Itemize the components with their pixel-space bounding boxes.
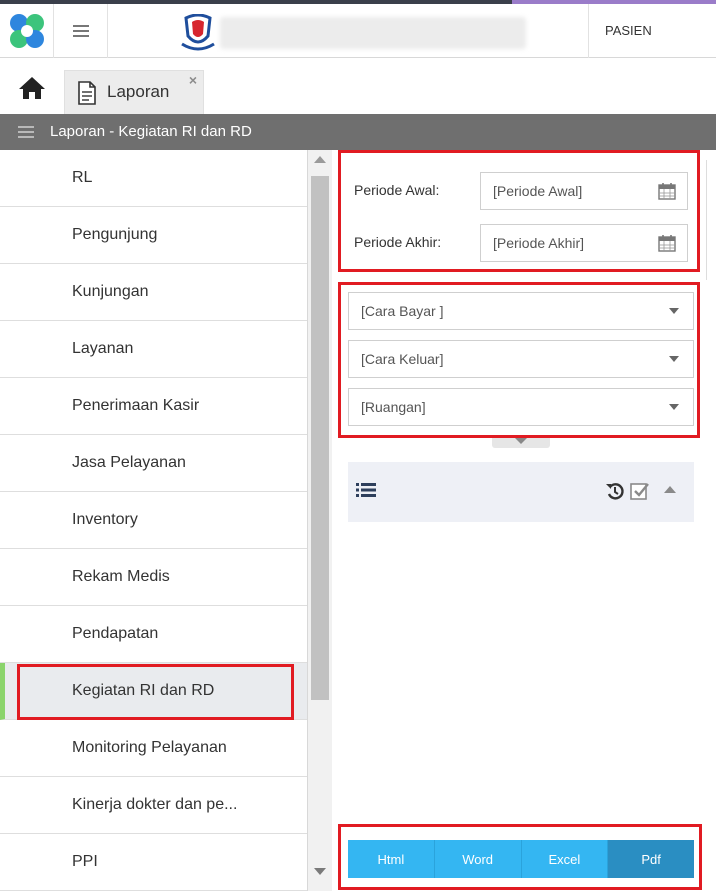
sidebar-item-monitoring-pelayanan[interactable]: Monitoring Pelayanan <box>0 720 307 777</box>
periode-akhir-label: Periode Akhir: <box>354 234 442 250</box>
page-header: Laporan - Kegiatan RI dan RD <box>0 114 716 150</box>
tab-laporan[interactable]: Laporan × <box>64 70 204 114</box>
checkbox-select-icon[interactable] <box>630 481 650 501</box>
sidebar-item-rl[interactable]: RL <box>0 150 307 207</box>
user-role-label[interactable]: PASIEN <box>588 4 716 58</box>
chevron-down-icon[interactable] <box>669 308 679 314</box>
top-navbar: PASIEN <box>0 4 716 58</box>
sidebar-item-layanan[interactable]: Layanan <box>0 321 307 378</box>
sidebar-item-pengunjung[interactable]: Pengunjung <box>0 207 307 264</box>
tab-strip: Laporan × <box>0 58 716 114</box>
chevron-down-icon[interactable] <box>669 356 679 362</box>
app-window: PASIEN Laporan × Laporan - Kegiatan RI d… <box>0 0 716 891</box>
hospital-name-blurred <box>220 17 526 49</box>
periode-akhir-input[interactable] <box>480 224 688 262</box>
app-logo-icon <box>6 10 48 52</box>
export-word-button[interactable]: Word <box>434 840 522 878</box>
hospital-logo-icon <box>181 13 215 51</box>
periode-akhir-row: Periode Akhir: <box>340 220 698 264</box>
sidebar-item-kinerja-dokter[interactable]: Kinerja dokter dan pe... <box>0 777 307 834</box>
cara-keluar-value: [Cara Keluar] <box>361 351 444 367</box>
panel-edge <box>706 160 716 280</box>
home-button[interactable] <box>18 76 52 106</box>
sidebar-item-pendapatan[interactable]: Pendapatan <box>0 606 307 663</box>
hamburger-menu-button[interactable] <box>54 4 108 58</box>
chevron-down-icon[interactable] <box>669 404 679 410</box>
tab-close-icon[interactable]: × <box>189 72 197 88</box>
sidebar-item-kegiatan-ri-rd[interactable]: Kegiatan RI dan RD <box>0 663 307 720</box>
ruangan-select[interactable]: [Ruangan] <box>348 388 694 426</box>
sidebar-item-inventory[interactable]: Inventory <box>0 492 307 549</box>
collapse-menu-icon[interactable] <box>18 126 34 138</box>
app-logo[interactable] <box>0 4 54 58</box>
tab-laporan-label: Laporan <box>107 82 170 101</box>
export-excel-button[interactable]: Excel <box>521 840 609 878</box>
calendar-icon[interactable] <box>658 182 676 200</box>
sidebar-item-jasa-pelayanan[interactable]: Jasa Pelayanan <box>0 435 307 492</box>
hospital-logo <box>178 13 218 57</box>
grid-toolbar <box>348 462 694 522</box>
list-icon[interactable] <box>356 482 376 498</box>
calendar-icon[interactable] <box>658 234 676 252</box>
cara-bayar-select[interactable]: [Cara Bayar ] <box>348 292 694 330</box>
hamburger-icon <box>72 25 89 37</box>
document-icon <box>78 81 96 105</box>
sidebar-item-penerimaan-kasir[interactable]: Penerimaan Kasir <box>0 378 307 435</box>
reset-history-icon[interactable] <box>605 481 625 501</box>
page-title: Laporan - Kegiatan RI dan RD <box>50 123 252 140</box>
sidebar-item-rekam-medis[interactable]: Rekam Medis <box>0 549 307 606</box>
collapse-filter-toggle[interactable] <box>492 436 550 448</box>
ruangan-value: [Ruangan] <box>361 399 426 415</box>
sidebar-item-kunjungan[interactable]: Kunjungan <box>0 264 307 321</box>
periode-awal-label: Periode Awal: <box>354 182 440 198</box>
sidebar-scrollbar[interactable] <box>308 150 332 891</box>
scroll-down-arrow-icon[interactable] <box>314 868 326 875</box>
periode-awal-row: Periode Awal: <box>340 168 698 212</box>
scrollbar-thumb[interactable] <box>311 176 329 700</box>
collapse-up-icon[interactable] <box>664 486 676 493</box>
periode-awal-input[interactable] <box>480 172 688 210</box>
report-sidebar: RL Pengunjung Kunjungan Layanan Penerima… <box>0 150 308 891</box>
home-icon <box>19 77 45 99</box>
period-filter-group: Periode Awal: Periode Akhir: <box>340 152 698 272</box>
sidebar-item-ppi[interactable]: PPI <box>0 834 307 891</box>
cara-bayar-value: [Cara Bayar ] <box>361 303 444 319</box>
export-button-group: Html Word Excel Pdf <box>348 840 694 878</box>
export-pdf-button[interactable]: Pdf <box>608 840 694 878</box>
cara-keluar-select[interactable]: [Cara Keluar] <box>348 340 694 378</box>
export-html-button[interactable]: Html <box>348 840 435 878</box>
scroll-up-arrow-icon[interactable] <box>314 156 326 163</box>
